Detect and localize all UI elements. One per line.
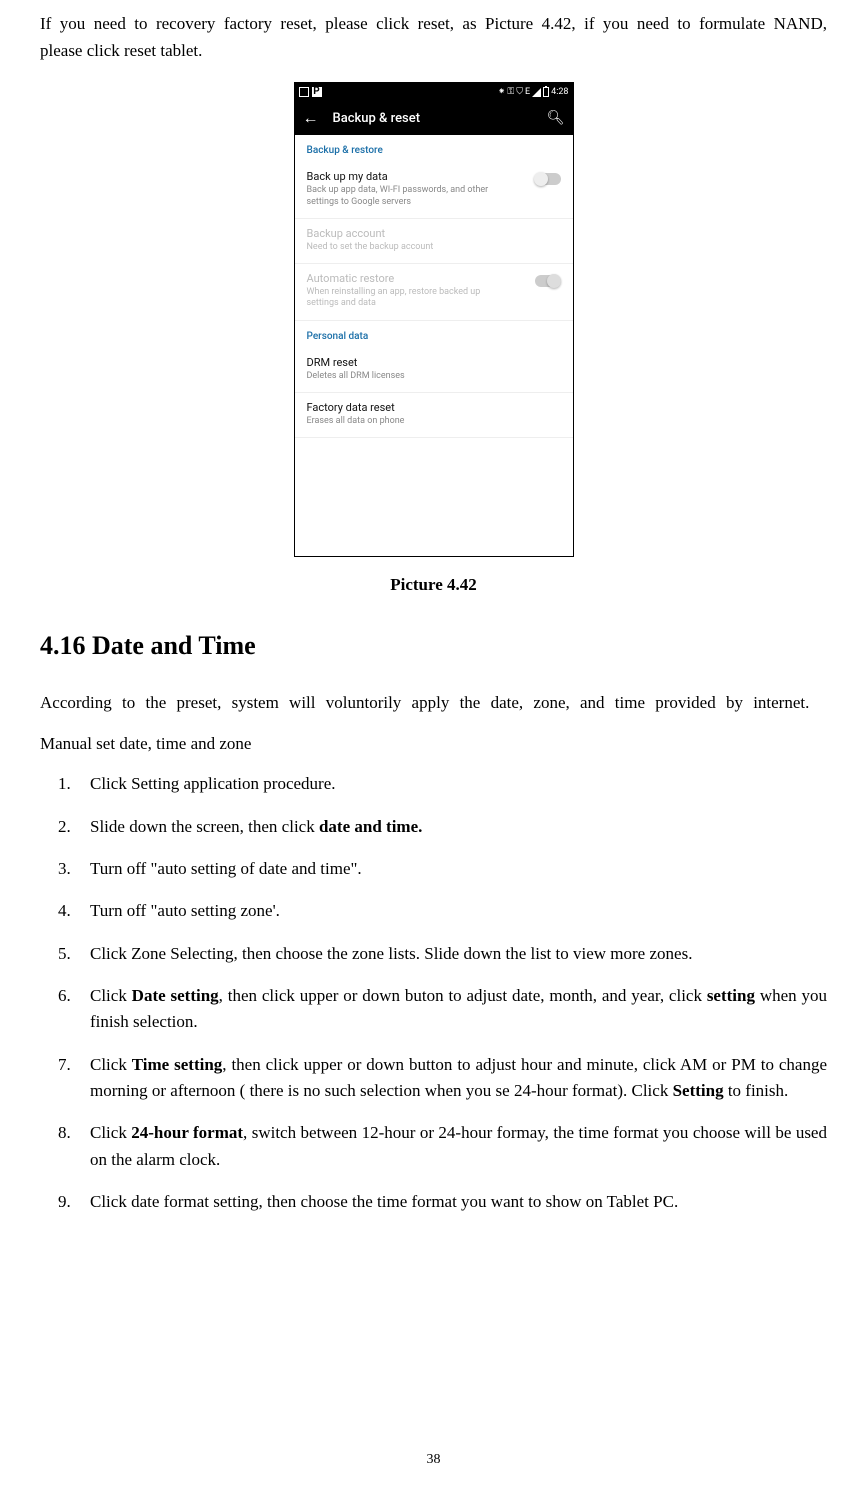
status-bar: P ⁕ ⚿ ⛉ E 4:28	[295, 83, 573, 101]
signal-icon	[532, 88, 541, 97]
bold-text: setting	[707, 986, 755, 1005]
battery-icon	[543, 87, 549, 97]
screenshot-container: P ⁕ ⚿ ⛉ E 4:28 ← Backup & reset 🔍︎ Backu…	[40, 82, 827, 557]
row-title: Back up my data	[307, 170, 535, 183]
text: Slide down the screen, then click	[90, 817, 319, 836]
body-paragraph: According to the preset, system will vol…	[40, 689, 827, 718]
row-factory-reset[interactable]: Factory data reset Erases all data on ph…	[295, 393, 573, 438]
text: Click	[90, 1123, 131, 1142]
toggle-backup-data[interactable]	[535, 173, 561, 185]
row-automatic-restore: Automatic restore When reinstalling an a…	[295, 264, 573, 321]
bold-text: Setting	[673, 1081, 724, 1100]
app-icon	[299, 87, 309, 97]
figure-caption: Picture 4.42	[40, 575, 827, 595]
key-icon: ⚿	[507, 87, 514, 97]
row-subtitle: Back up app data, WI-FI passwords, and o…	[307, 185, 497, 208]
step-9: Click date format setting, then choose t…	[90, 1189, 827, 1215]
row-title: Backup account	[307, 227, 561, 240]
page-number: 38	[0, 1452, 867, 1468]
toggle-auto-restore	[535, 275, 561, 287]
text: to finish.	[724, 1081, 789, 1100]
row-drm-reset[interactable]: DRM reset Deletes all DRM licenses	[295, 348, 573, 393]
bold-text: date and time.	[319, 817, 422, 836]
bold-text: 24-hour format	[131, 1123, 243, 1142]
row-backup-account: Backup account Need to set the backup ac…	[295, 219, 573, 264]
row-title: Automatic restore	[307, 272, 535, 285]
android-screenshot: P ⁕ ⚿ ⛉ E 4:28 ← Backup & reset 🔍︎ Backu…	[294, 82, 574, 557]
step-3: Turn off "auto setting of date and time"…	[90, 856, 827, 882]
row-subtitle: Erases all data on phone	[307, 416, 497, 427]
section-header-backup: Backup & restore	[295, 135, 573, 162]
app-letter-icon: P	[312, 87, 322, 97]
text: , then click upper or down buton to adju…	[219, 986, 707, 1005]
text: Click	[90, 986, 132, 1005]
subheading: Manual set date, time and zone	[40, 730, 827, 759]
title-bar: ← Backup & reset 🔍︎	[295, 101, 573, 135]
data-icon: E	[525, 87, 530, 97]
step-6: Click Date setting, then click upper or …	[90, 983, 827, 1036]
step-2: Slide down the screen, then click date a…	[90, 814, 827, 840]
bold-text: Date setting	[132, 986, 219, 1005]
step-4: Turn off "auto setting zone'.	[90, 898, 827, 924]
step-7: Click Time setting, then click upper or …	[90, 1052, 827, 1105]
section-header-personal: Personal data	[295, 321, 573, 348]
step-8: Click 24-hour format, switch between 12-…	[90, 1120, 827, 1173]
section-heading: 4.16 Date and Time	[40, 631, 827, 661]
search-icon[interactable]: 🔍︎	[547, 110, 565, 126]
row-title: Factory data reset	[307, 401, 561, 414]
bluetooth-icon: ⁕	[498, 87, 506, 97]
row-subtitle: When reinstalling an app, restore backed…	[307, 287, 497, 310]
screen-title: Backup & reset	[333, 111, 421, 126]
intro-paragraph: If you need to recovery factory reset, p…	[40, 10, 827, 64]
clock-text: 4:28	[551, 87, 568, 97]
row-subtitle: Deletes all DRM licenses	[307, 371, 497, 382]
step-5: Click Zone Selecting, then choose the zo…	[90, 941, 827, 967]
shield-icon: ⛉	[516, 87, 523, 97]
row-title: DRM reset	[307, 356, 561, 369]
step-1: Click Setting application procedure.	[90, 771, 827, 797]
row-subtitle: Need to set the backup account	[307, 242, 497, 253]
steps-list: Click Setting application procedure. Sli…	[40, 771, 827, 1215]
row-backup-my-data[interactable]: Back up my data Back up app data, WI-FI …	[295, 162, 573, 219]
back-arrow-icon[interactable]: ←	[303, 108, 319, 128]
text: Click	[90, 1055, 132, 1074]
bold-text: Time setting	[132, 1055, 223, 1074]
